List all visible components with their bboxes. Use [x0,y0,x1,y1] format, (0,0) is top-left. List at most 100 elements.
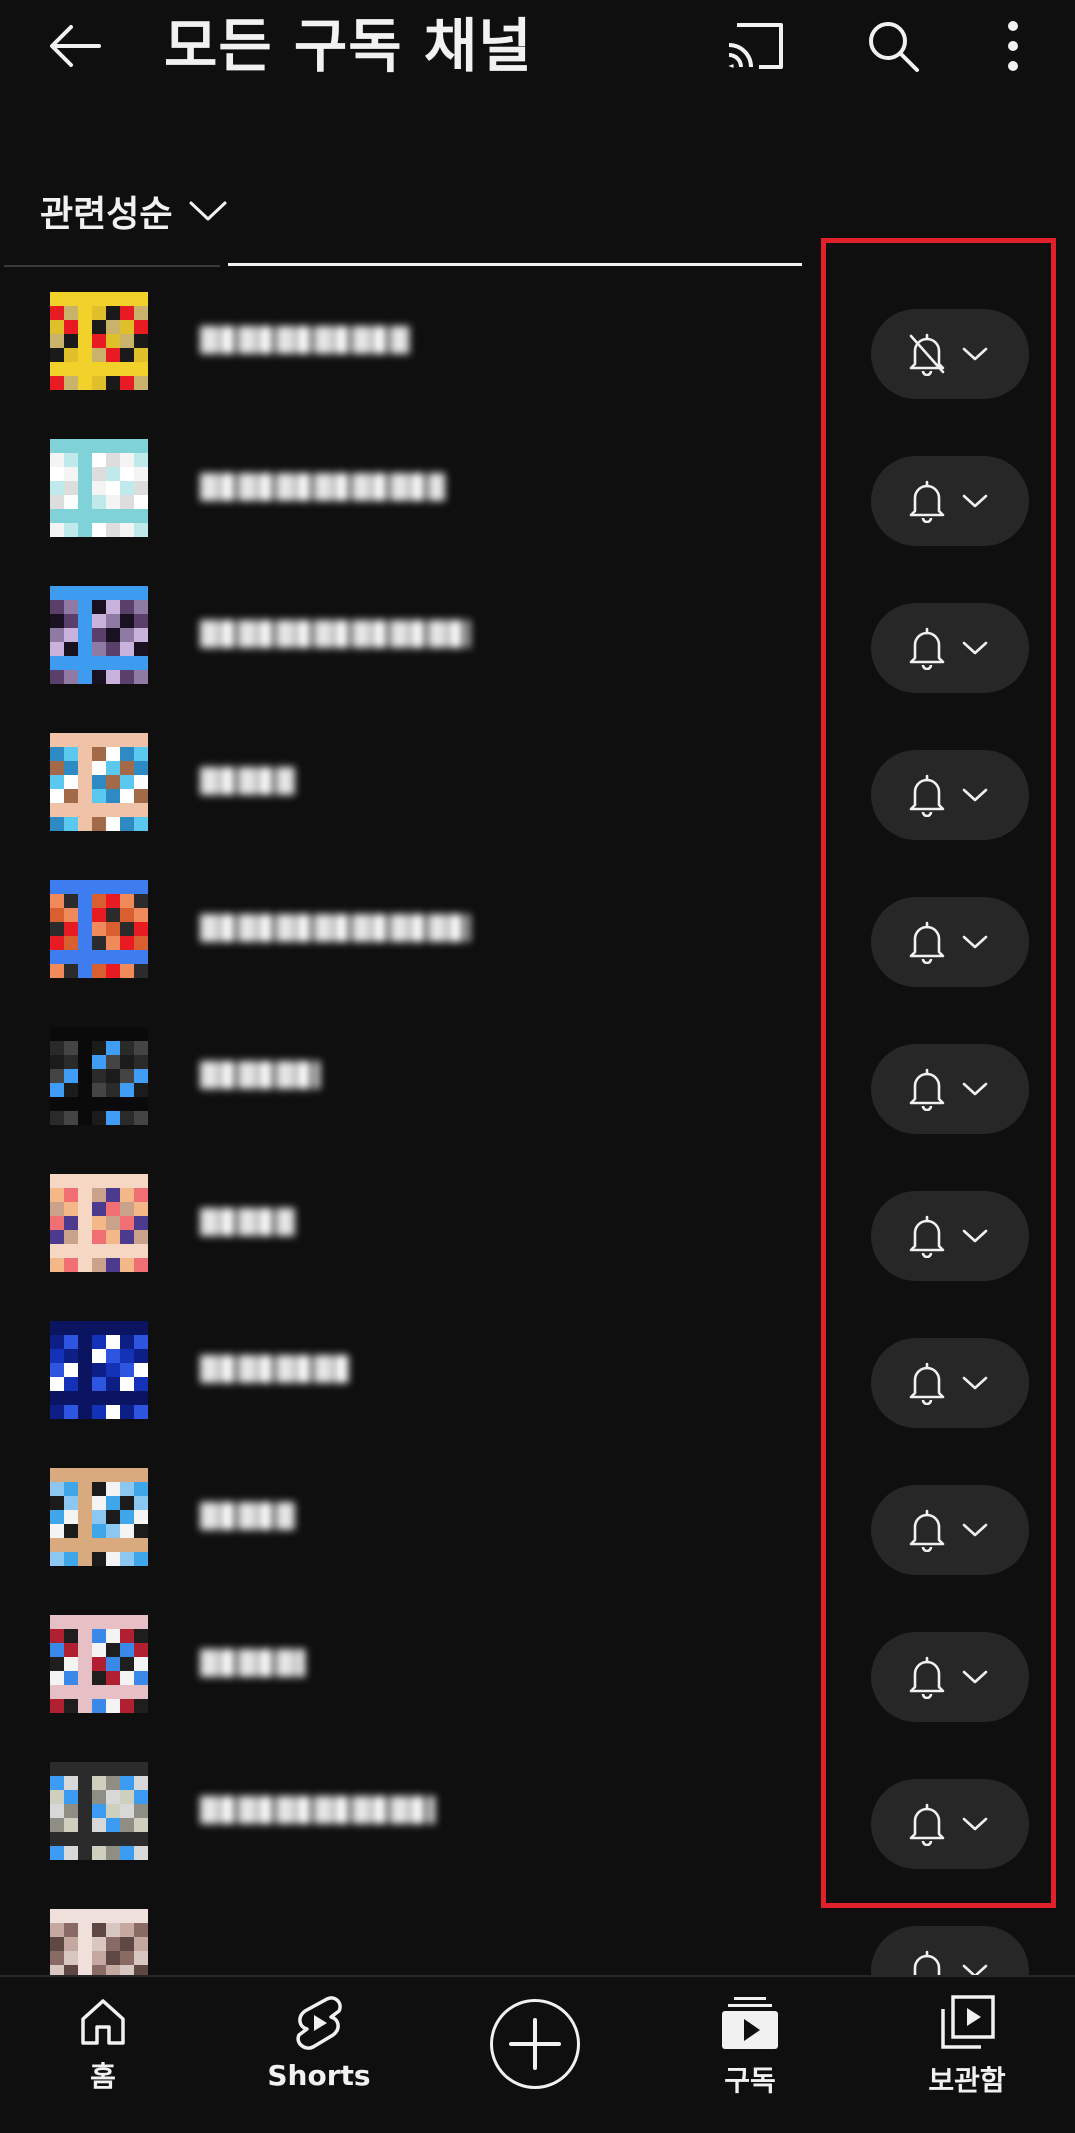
channel-avatar[interactable] [50,439,148,537]
channel-avatar[interactable] [50,880,148,978]
avatar-pixel [64,1671,78,1685]
channel-avatar[interactable] [50,1909,148,1975]
avatar-pixel [50,362,64,376]
avatar-pixel [134,320,148,334]
notification-settings-button[interactable] [871,750,1029,840]
back-button[interactable] [40,14,110,78]
channel-row[interactable] [0,1456,1075,1603]
channel-name[interactable] [200,1055,600,1097]
avatar-pixel [106,1629,120,1643]
channel-name[interactable] [200,467,600,509]
avatar-pixel [106,817,120,831]
avatar-pixel [106,1923,120,1937]
avatar-pixel [92,495,106,509]
chevron-down-icon [962,641,988,655]
avatar-pixel [120,1391,134,1405]
notification-settings-button[interactable] [871,603,1029,693]
avatar-pixel [106,1818,120,1832]
avatar-pixel [120,789,134,803]
notification-settings-button[interactable] [871,1338,1029,1428]
sort-dropdown[interactable]: 관련성순 [40,183,228,239]
avatar-pixel [120,1083,134,1097]
channel-avatar[interactable] [50,586,148,684]
channel-name[interactable] [200,320,600,362]
nav-library[interactable]: 보관함 [892,1995,1042,2115]
avatar-pixel [106,1699,120,1713]
avatar-pixel [92,1776,106,1790]
notification-settings-button[interactable] [871,309,1029,399]
channel-name[interactable] [200,614,600,656]
channel-avatar[interactable] [50,292,148,390]
nav-shorts[interactable]: Shorts [244,1995,394,2115]
channel-row[interactable] [0,1603,1075,1750]
nav-home[interactable]: 홈 [28,1995,178,2115]
channel-name[interactable] [200,908,600,950]
avatar-pixel [92,747,106,761]
channel-row[interactable] [0,721,1075,868]
notification-settings-button[interactable] [871,1632,1029,1722]
channel-name[interactable] [200,1937,600,1975]
notification-settings-button[interactable] [871,1926,1029,1975]
channel-row[interactable] [0,1897,1075,1975]
avatar-pixel [134,1552,148,1566]
channel-avatar[interactable] [50,1762,148,1860]
avatar-pixel [120,1629,134,1643]
more-button[interactable] [977,14,1049,78]
channel-name[interactable] [200,1349,600,1391]
channel-avatar[interactable] [50,1615,148,1713]
avatar-pixel [134,1216,148,1230]
notification-settings-button[interactable] [871,456,1029,546]
search-button[interactable] [857,14,929,78]
channel-row[interactable] [0,1162,1075,1309]
notification-settings-button[interactable] [871,1485,1029,1575]
channel-avatar[interactable] [50,1468,148,1566]
channel-avatar[interactable] [50,1321,148,1419]
avatar-pixel [64,964,78,978]
channel-avatar[interactable] [50,733,148,831]
channel-row[interactable] [0,280,1075,427]
channel-row[interactable] [0,574,1075,721]
channel-row[interactable] [0,1750,1075,1897]
avatar-pixel [64,1951,78,1965]
channel-list[interactable] [0,280,1075,1975]
nav-subscriptions[interactable]: 구독 [675,1995,825,2115]
channel-name[interactable] [200,1643,600,1685]
notification-settings-button[interactable] [871,897,1029,987]
notification-settings-button[interactable] [871,1779,1029,1869]
avatar-pixel [120,656,134,670]
avatar-pixel [120,817,134,831]
avatar-pixel [50,1083,64,1097]
cast-button[interactable] [720,14,792,78]
avatar-pixel [134,586,148,600]
avatar-pixel [106,642,120,656]
channel-row[interactable] [0,1015,1075,1162]
channel-avatar[interactable] [50,1027,148,1125]
create-button[interactable] [490,1999,580,2089]
channel-name[interactable] [200,761,600,803]
channel-row[interactable] [0,1309,1075,1456]
avatar-pixel [92,376,106,390]
channel-row[interactable] [0,868,1075,1015]
avatar-pixel [92,1671,106,1685]
avatar-pixel [64,334,78,348]
avatar-pixel [134,1321,148,1335]
channel-avatar[interactable] [50,1174,148,1272]
notification-settings-button[interactable] [871,1191,1029,1281]
avatar-pixel [64,1230,78,1244]
channel-row[interactable] [0,427,1075,574]
avatar-pixel [106,481,120,495]
notification-settings-button[interactable] [871,1044,1029,1134]
avatar-pixel [78,1321,92,1335]
channel-name[interactable] [200,1790,600,1832]
avatar-pixel [134,495,148,509]
avatar-pixel [78,922,92,936]
avatar-pixel [106,1335,120,1349]
channel-name[interactable] [200,1496,600,1538]
avatar-pixel [78,950,92,964]
avatar-pixel [50,1685,64,1699]
channel-name[interactable] [200,1202,600,1244]
bell-off-icon [909,333,945,376]
avatar-pixel [134,1629,148,1643]
avatar-pixel [78,1496,92,1510]
avatar-pixel [92,803,106,817]
